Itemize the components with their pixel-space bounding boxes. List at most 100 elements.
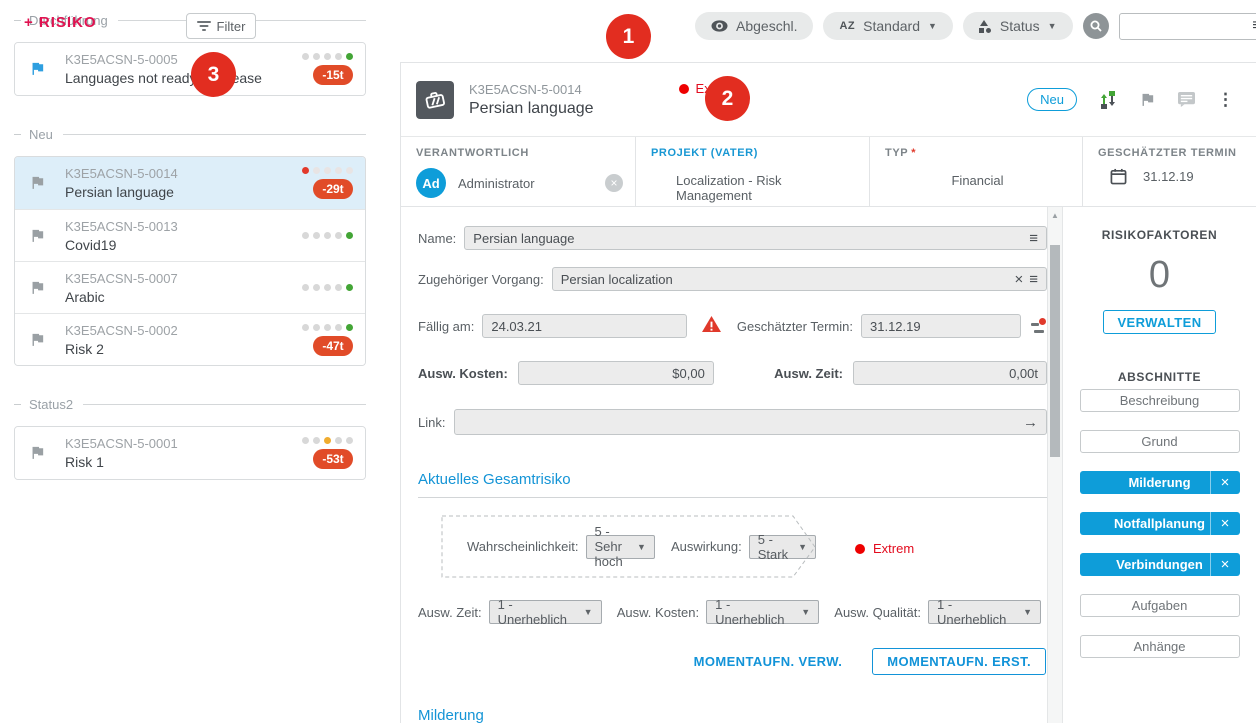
risk-id: K3E5ACSN-5-0007: [65, 271, 178, 286]
link-input[interactable]: [463, 415, 1017, 430]
risk-card-list: K3E5ACSN-5-0014 Persian language -29t K3…: [14, 156, 366, 366]
gesamtrisiko-result: Extrem: [855, 541, 914, 556]
termin-input[interactable]: [870, 319, 1012, 334]
section-button[interactable]: Grund ×: [1080, 430, 1240, 453]
flag-action-icon[interactable]: [1139, 91, 1156, 108]
section-close-icon[interactable]: ×: [1210, 553, 1240, 576]
comments-icon[interactable]: [1177, 91, 1196, 108]
section-button[interactable]: Milderung ×: [1080, 471, 1240, 494]
risk-delta-badge: -53t: [313, 449, 353, 469]
zeit-label: Ausw. Zeit:: [774, 366, 843, 381]
flag-icon: [29, 279, 47, 297]
vorgang-input[interactable]: [561, 272, 1009, 287]
detail-sidebar: RISIKOFAKTOREN 0 VERWALTEN ABSCHNITTE Be…: [1063, 207, 1256, 723]
section-close-icon[interactable]: ×: [1210, 471, 1240, 494]
search-button[interactable]: [1083, 13, 1109, 39]
annotation-marker-2: 2: [705, 76, 750, 121]
snapshot-create-button[interactable]: MOMENTAUFN. ERST.: [872, 648, 1046, 675]
faellig-label: Fällig am:: [418, 319, 474, 334]
impact-kosten-select[interactable]: 1 - Unerheblich ▼: [706, 600, 819, 624]
section-label: Anhänge: [1081, 636, 1239, 657]
section-label: Milderung: [1080, 471, 1210, 494]
quick-search-box: ≡: [1119, 13, 1256, 40]
impact-zeit-select[interactable]: 1 - Unerheblich ▼: [489, 600, 602, 624]
list-toolbar: Abgeschl. AZ Standard ▼ Status ▼ ≡: [695, 12, 1256, 40]
group-by-dropdown[interactable]: Status ▼: [963, 12, 1073, 40]
open-link-icon[interactable]: →: [1023, 415, 1038, 430]
vorgang-menu-icon[interactable]: ≡: [1029, 272, 1038, 287]
clear-assignee-icon[interactable]: ×: [605, 174, 623, 192]
risk-group-header: Neu: [14, 126, 366, 142]
kosten-input[interactable]: [527, 366, 705, 381]
scroll-up-icon[interactable]: ▲: [1048, 211, 1062, 220]
projekt-value[interactable]: Localization - Risk Management: [651, 173, 857, 203]
section-close-icon[interactable]: ×: [1210, 512, 1240, 535]
risk-list-item[interactable]: K3E5ACSN-5-0007 Arabic: [15, 261, 365, 313]
detail-header: K3E5ACSN-5-0014 Persian language Extrem …: [401, 63, 1256, 137]
faellig-input[interactable]: [491, 319, 678, 334]
filter-icon: [197, 21, 211, 31]
section-label: Aufgaben: [1081, 595, 1239, 616]
impact-qualitaet-select[interactable]: 1 - Unerheblich ▼: [928, 600, 1041, 624]
section-button[interactable]: Beschreibung ×: [1080, 389, 1240, 412]
eye-icon: [711, 20, 728, 32]
typ-value[interactable]: Financial: [885, 173, 1070, 188]
kebab-menu-icon[interactable]: ⋮: [1217, 90, 1234, 110]
add-risk-button[interactable]: + RISIKO: [24, 14, 97, 31]
calendar-icon[interactable]: [1110, 168, 1127, 185]
search-menu-icon[interactable]: ≡: [1252, 18, 1256, 34]
kosten-field-box: [518, 361, 714, 385]
result-severity-label: Extrem: [873, 541, 914, 556]
zeit-input[interactable]: [862, 366, 1038, 381]
impact-zeit-label: Ausw. Zeit:: [418, 605, 482, 620]
milderung-heading: Milderung: [418, 707, 1047, 723]
search-icon: [1089, 19, 1103, 33]
risk-list-item[interactable]: K3E5ACSN-5-0002 Risk 2 -47t: [15, 313, 365, 365]
section-buttons: Beschreibung × Grund × Milderung × Notfa…: [1080, 389, 1240, 658]
verantwortlich-label: VERANTWORTLICH: [416, 147, 623, 159]
risk-detail-panel: K3E5ACSN-5-0014 Persian language Extrem …: [400, 62, 1256, 723]
baseline-alert-icon[interactable]: [1029, 318, 1047, 334]
projekt-label[interactable]: PROJEKT (VATER): [651, 147, 857, 159]
risk-list-item[interactable]: K3E5ACSN-5-0001 Risk 1 -53t: [15, 427, 365, 479]
flag-icon: [29, 60, 47, 78]
vorgang-clear-icon[interactable]: ×: [1014, 272, 1023, 287]
risk-entity-icon: [416, 81, 454, 119]
risk-list-item[interactable]: K3E5ACSN-5-0013 Covid19: [15, 209, 365, 261]
risk-list-item[interactable]: K3E5ACSN-5-0014 Persian language -29t: [15, 157, 365, 209]
section-button[interactable]: Anhänge ×: [1080, 635, 1240, 658]
quick-search-input[interactable]: [1128, 19, 1253, 34]
risk-delta-badge: -47t: [313, 336, 353, 356]
auswirkung-label: Auswirkung:: [671, 539, 742, 554]
detail-fields-row: VERANTWORTLICH Ad Administrator × PROJEK…: [401, 137, 1256, 207]
detail-risk-id: K3E5ACSN-5-0014: [469, 82, 594, 97]
group-dash: [14, 20, 21, 21]
risk-card-list: K3E5ACSN-5-0001 Risk 1 -53t: [14, 426, 366, 480]
section-button[interactable]: Aufgaben ×: [1080, 594, 1240, 617]
scrollbar-thumb[interactable]: [1050, 245, 1060, 457]
sort-dropdown[interactable]: AZ Standard ▼: [823, 12, 952, 40]
name-input[interactable]: [473, 231, 1023, 246]
risk-delta-badge: -29t: [313, 179, 353, 199]
section-button[interactable]: Notfallplanung ×: [1080, 512, 1240, 535]
link-label: Link:: [418, 415, 445, 430]
risk-status-dots: [302, 232, 353, 239]
section-button[interactable]: Verbindungen ×: [1080, 553, 1240, 576]
chevron-down-icon: ▼: [1048, 21, 1057, 31]
name-menu-icon[interactable]: ≡: [1029, 231, 1038, 246]
form-scrollbar: ▲: [1047, 207, 1063, 723]
group-by-icon: [979, 20, 992, 33]
filter-button[interactable]: Filter: [186, 13, 256, 39]
risk-matrix-box: Wahrscheinlichkeit: 5 - Sehr hoch ▼ Ausw…: [441, 515, 816, 578]
risk-card-list: K3E5ACSN-5-0005 Languages not ready to r…: [14, 42, 366, 96]
avatar: Ad: [416, 168, 446, 198]
status-badge[interactable]: Neu: [1027, 88, 1077, 111]
snapshot-manage-button[interactable]: MOMENTAUFN. VERW.: [694, 654, 843, 669]
risk-title: Persian language: [65, 184, 178, 200]
risk-status-dots: [302, 167, 353, 174]
risk-list-item[interactable]: K3E5ACSN-5-0005 Languages not ready to r…: [15, 43, 365, 95]
verwalten-button[interactable]: VERWALTEN: [1103, 310, 1216, 334]
abgeschl-toggle[interactable]: Abgeschl.: [695, 12, 813, 40]
group-title: Neu: [29, 127, 53, 142]
workflow-icon[interactable]: [1098, 90, 1118, 110]
